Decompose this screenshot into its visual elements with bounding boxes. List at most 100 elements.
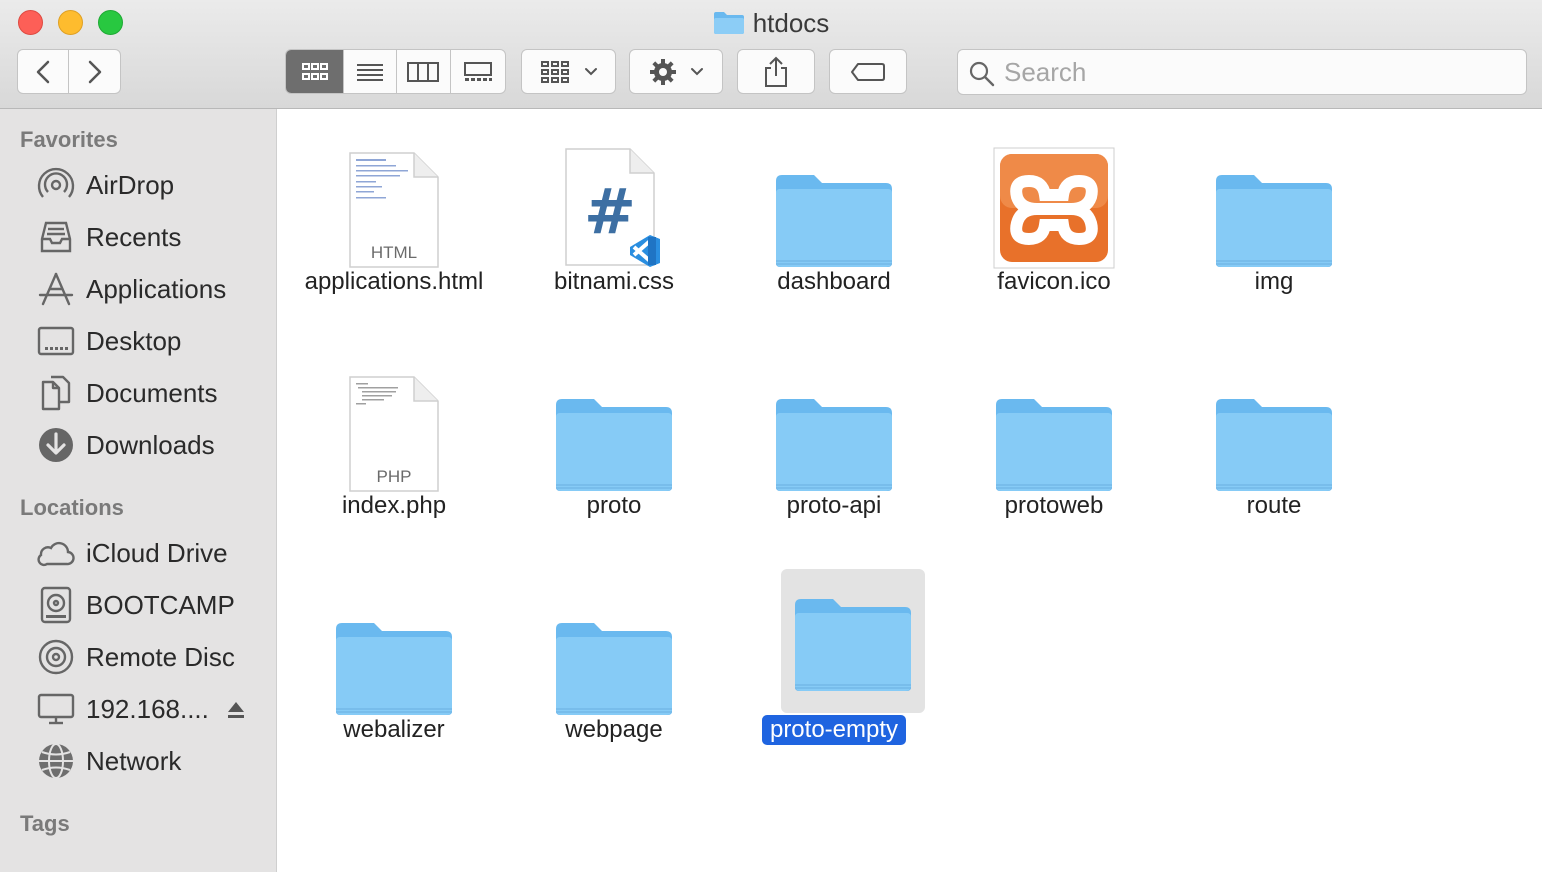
finder-window: htdocs Search Favorites AirDrop Recents …	[0, 0, 1542, 872]
sidebar-item-airdrop[interactable]: AirDrop	[36, 165, 266, 205]
folder-icon	[754, 109, 914, 269]
icloud-icon	[36, 533, 76, 573]
column-view-button[interactable]	[397, 50, 451, 93]
folder-item-selected[interactable]: proto-empty	[724, 557, 944, 757]
back-button[interactable]	[18, 50, 70, 93]
file-name: proto-empty	[761, 715, 907, 745]
file-item[interactable]: PHP index.php	[284, 333, 504, 533]
nav-buttons	[17, 49, 121, 94]
action-button[interactable]	[629, 49, 723, 94]
folder-item[interactable]: dashboard	[724, 109, 944, 309]
sidebar-item-label: Applications	[86, 273, 227, 304]
file-name: protoweb	[1004, 492, 1104, 519]
toolbar: htdocs	[0, 0, 1542, 109]
folder-item[interactable]: webpage	[504, 557, 724, 757]
sidebar-item-desktop[interactable]: Desktop	[36, 321, 266, 361]
folder-icon	[974, 333, 1134, 493]
file-item[interactable]: HTML applications.html	[284, 109, 504, 309]
disk-icon	[36, 585, 76, 625]
folder-icon	[1194, 333, 1354, 493]
sidebar-item-remote-disc[interactable]: Remote Disc	[36, 637, 266, 677]
monitor-icon	[36, 689, 76, 729]
list-view-icon	[357, 63, 384, 81]
group-by-button[interactable]	[521, 49, 616, 94]
list-view-button[interactable]	[344, 50, 397, 93]
gear-icon	[650, 58, 676, 85]
icon-view-button[interactable]	[286, 50, 345, 93]
sidebar-item-documents[interactable]: Documents	[36, 373, 266, 413]
view-mode-control	[285, 49, 506, 94]
sidebar-item-applications[interactable]: Applications	[36, 269, 266, 309]
edit-tags-button[interactable]	[829, 49, 907, 94]
column-view-icon	[407, 61, 440, 82]
sidebar-item-label: iCloud Drive	[86, 537, 228, 568]
file-name: img	[1254, 268, 1294, 295]
tag-icon	[851, 62, 885, 81]
eject-icon[interactable]	[226, 699, 246, 721]
file-name: route	[1246, 492, 1302, 519]
gallery-view-button[interactable]	[451, 50, 506, 93]
disc-icon	[36, 637, 76, 677]
network-icon	[36, 741, 76, 781]
sidebar-item-icloud-drive[interactable]: iCloud Drive	[36, 533, 266, 573]
folder-item[interactable]: route	[1164, 333, 1384, 533]
folder-icon	[1194, 109, 1354, 269]
sidebar-item-label: Desktop	[86, 325, 182, 356]
folder-item[interactable]: webalizer	[284, 557, 504, 757]
file-grid: HTML applications.html # bitnami.css das…	[277, 109, 1542, 872]
file-extension-label: HTML	[370, 243, 418, 262]
gallery-view-icon	[463, 61, 492, 81]
tags-heading: Tags	[20, 811, 70, 836]
sidebar-item-recents[interactable]: Recents	[36, 217, 266, 257]
sidebar-item-label: BOOTCAMP	[86, 589, 235, 620]
chevron-left-icon	[36, 60, 50, 83]
search-field[interactable]	[957, 49, 1527, 95]
sidebar-item-label: Downloads	[86, 429, 215, 460]
html-file-icon: HTML	[314, 109, 474, 269]
file-item[interactable]: favicon.ico	[944, 109, 1164, 309]
file-name: index.php	[341, 492, 447, 519]
folder-icon	[754, 333, 914, 493]
xampp-icon	[974, 109, 1134, 269]
folder-item[interactable]: protoweb	[944, 333, 1164, 533]
file-name: favicon.ico	[997, 268, 1111, 295]
sidebar-item-label: AirDrop	[86, 169, 175, 200]
chevron-down-icon	[584, 67, 597, 75]
chevron-down-icon	[691, 67, 703, 75]
airdrop-icon	[36, 165, 76, 205]
file-name: proto	[586, 492, 642, 519]
search-icon	[968, 60, 996, 93]
folder-icon	[781, 569, 925, 713]
folder-item[interactable]: proto	[504, 333, 724, 533]
downloads-icon	[36, 425, 76, 465]
folder-item[interactable]: proto-api	[724, 333, 944, 533]
sidebar-item-bootcamp[interactable]: BOOTCAMP	[36, 585, 266, 625]
sidebar-item-label: Network	[86, 745, 182, 776]
sidebar-item-label: Recents	[86, 221, 182, 252]
forward-button[interactable]	[69, 50, 120, 93]
sidebar-item-label: 192.168....	[86, 693, 209, 724]
sidebar: Favorites AirDrop Recents Applications D…	[0, 109, 277, 872]
css-file-icon: #	[534, 109, 694, 269]
sidebar-item-label: Remote Disc	[86, 641, 235, 672]
file-name: applications.html	[304, 268, 484, 295]
file-name: dashboard	[777, 268, 891, 295]
share-icon	[765, 56, 787, 87]
favorites-heading: Favorites	[20, 127, 118, 152]
file-extension-label: PHP	[376, 467, 412, 486]
folder-icon	[713, 11, 745, 42]
folder-item[interactable]: img	[1164, 109, 1384, 309]
sidebar-item-downloads[interactable]: Downloads	[36, 425, 266, 465]
sidebar-item-network[interactable]: Network	[36, 741, 266, 781]
folder-icon	[314, 557, 474, 717]
share-button[interactable]	[737, 49, 815, 94]
file-name: bitnami.css	[553, 268, 675, 295]
search-input[interactable]	[1004, 56, 1504, 88]
grid-icon	[540, 60, 569, 83]
php-file-icon: PHP	[314, 333, 474, 493]
window-title-text: htdocs	[752, 8, 830, 38]
svg-text:#: #	[584, 175, 636, 248]
file-name: proto-api	[786, 492, 882, 519]
file-item[interactable]: # bitnami.css	[504, 109, 724, 309]
folder-icon	[534, 333, 694, 493]
